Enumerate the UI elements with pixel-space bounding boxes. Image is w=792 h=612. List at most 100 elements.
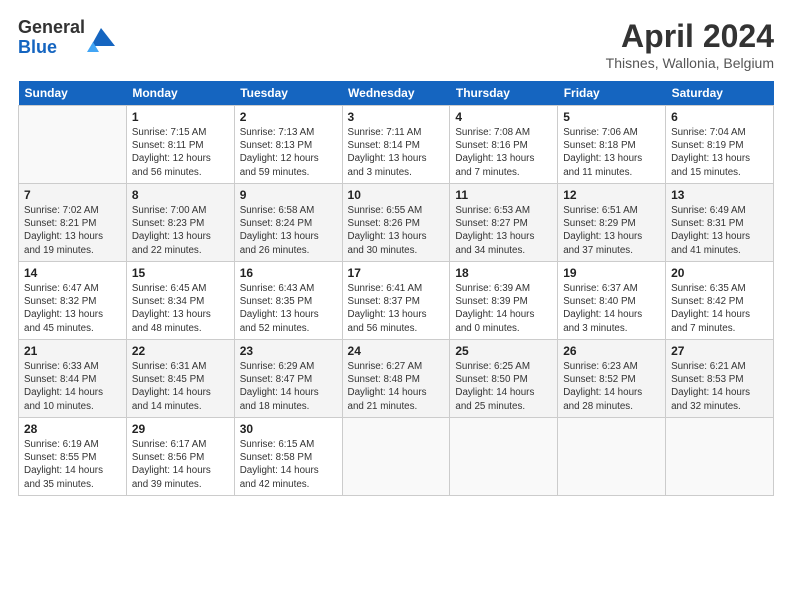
calendar-cell: 4Sunrise: 7:08 AM Sunset: 8:16 PM Daylig… xyxy=(450,106,558,184)
day-number: 20 xyxy=(671,266,768,280)
logo-text: General Blue xyxy=(18,18,85,58)
calendar-cell: 30 Sunrise: 6:15 AM Sunset: 8:58 PM Dayli… xyxy=(234,418,342,496)
day-number: 3 xyxy=(348,110,445,124)
day-info: Sunrise: 6:53 AM Sunset: 8:27 PM Dayligh… xyxy=(455,204,552,257)
day-number: 23 xyxy=(240,344,337,358)
day-number: 25 xyxy=(455,344,552,358)
logo-general: General xyxy=(18,18,85,38)
day-number: 10 xyxy=(348,188,445,202)
day-number: 27 xyxy=(671,344,768,358)
logo: General Blue xyxy=(18,18,115,58)
day-number: 5 xyxy=(563,110,660,124)
day-number: 13 xyxy=(671,188,768,202)
day-info: Sunrise: 6:25 AM Sunset: 8:50 PM Dayligh… xyxy=(455,360,552,413)
day-info: Sunrise: 6:19 AM Sunset: 8:55 PM Dayligh… xyxy=(24,438,121,491)
calendar-cell: 10 Sunrise: 6:55 AM Sunset: 8:26 PM Dayli… xyxy=(342,184,450,262)
calendar-cell: 5 Sunrise: 7:06 AM Sunset: 8:18 PM Daylig… xyxy=(558,106,666,184)
col-tuesday: Tuesday xyxy=(234,81,342,106)
calendar-cell: 6 Sunrise: 7:04 AM Sunset: 8:19 PM Daylig… xyxy=(666,106,774,184)
title-block: April 2024 Thisnes, Wallonia, Belgium xyxy=(606,18,774,71)
calendar-cell: 8Sunrise: 7:00 AM Sunset: 8:23 PM Daylig… xyxy=(126,184,234,262)
calendar-cell: 28Sunrise: 6:19 AM Sunset: 8:55 PM Dayli… xyxy=(19,418,127,496)
day-info: Sunrise: 6:21 AM Sunset: 8:53 PM Dayligh… xyxy=(671,360,768,413)
calendar-cell: 26Sunrise: 6:23 AM Sunset: 8:52 PM Dayli… xyxy=(558,340,666,418)
day-info: Sunrise: 7:06 AM Sunset: 8:18 PM Dayligh… xyxy=(563,126,660,179)
day-info: Sunrise: 6:31 AM Sunset: 8:45 PM Dayligh… xyxy=(132,360,229,413)
day-info: Sunrise: 6:45 AM Sunset: 8:34 PM Dayligh… xyxy=(132,282,229,335)
day-number: 17 xyxy=(348,266,445,280)
day-number: 9 xyxy=(240,188,337,202)
page: General Blue April 2024 Thisnes, Walloni… xyxy=(0,0,792,612)
calendar-cell: 15Sunrise: 6:45 AM Sunset: 8:34 PM Dayli… xyxy=(126,262,234,340)
day-info: Sunrise: 6:27 AM Sunset: 8:48 PM Dayligh… xyxy=(348,360,445,413)
calendar-week-5: 28Sunrise: 6:19 AM Sunset: 8:55 PM Dayli… xyxy=(19,418,774,496)
day-info: Sunrise: 6:49 AM Sunset: 8:31 PM Dayligh… xyxy=(671,204,768,257)
calendar-week-3: 14Sunrise: 6:47 AM Sunset: 8:32 PM Dayli… xyxy=(19,262,774,340)
day-number: 12 xyxy=(563,188,660,202)
day-info: Sunrise: 6:55 AM Sunset: 8:26 PM Dayligh… xyxy=(348,204,445,257)
calendar-cell xyxy=(558,418,666,496)
day-number: 6 xyxy=(671,110,768,124)
calendar-cell: 12 Sunrise: 6:51 AM Sunset: 8:29 PM Dayli… xyxy=(558,184,666,262)
calendar-cell: 25 Sunrise: 6:25 AM Sunset: 8:50 PM Dayli… xyxy=(450,340,558,418)
col-thursday: Thursday xyxy=(450,81,558,106)
day-info: Sunrise: 7:11 AM Sunset: 8:14 PM Dayligh… xyxy=(348,126,445,179)
calendar-cell: 29Sunrise: 6:17 AM Sunset: 8:56 PM Dayli… xyxy=(126,418,234,496)
calendar-cell: 19Sunrise: 6:37 AM Sunset: 8:40 PM Dayli… xyxy=(558,262,666,340)
day-number: 19 xyxy=(563,266,660,280)
calendar-cell xyxy=(342,418,450,496)
col-monday: Monday xyxy=(126,81,234,106)
calendar-table: Sunday Monday Tuesday Wednesday Thursday… xyxy=(18,81,774,496)
day-info: Sunrise: 6:43 AM Sunset: 8:35 PM Dayligh… xyxy=(240,282,337,335)
day-info: Sunrise: 7:02 AM Sunset: 8:21 PM Dayligh… xyxy=(24,204,121,257)
col-saturday: Saturday xyxy=(666,81,774,106)
calendar-cell: 16 Sunrise: 6:43 AM Sunset: 8:35 PM Dayli… xyxy=(234,262,342,340)
day-number: 22 xyxy=(132,344,229,358)
month-title: April 2024 xyxy=(606,18,774,55)
calendar-cell: 9 Sunrise: 6:58 AM Sunset: 8:24 PM Daylig… xyxy=(234,184,342,262)
calendar-cell xyxy=(19,106,127,184)
calendar-cell: 2Sunrise: 7:13 AM Sunset: 8:13 PM Daylig… xyxy=(234,106,342,184)
calendar-cell: 21Sunrise: 6:33 AM Sunset: 8:44 PM Dayli… xyxy=(19,340,127,418)
calendar-cell: 3 Sunrise: 7:11 AM Sunset: 8:14 PM Daylig… xyxy=(342,106,450,184)
calendar-week-4: 21Sunrise: 6:33 AM Sunset: 8:44 PM Dayli… xyxy=(19,340,774,418)
day-number: 16 xyxy=(240,266,337,280)
calendar-cell: 22 Sunrise: 6:31 AM Sunset: 8:45 PM Dayli… xyxy=(126,340,234,418)
logo-icon xyxy=(87,24,115,52)
day-info: Sunrise: 6:58 AM Sunset: 8:24 PM Dayligh… xyxy=(240,204,337,257)
day-info: Sunrise: 7:04 AM Sunset: 8:19 PM Dayligh… xyxy=(671,126,768,179)
calendar-cell: 11Sunrise: 6:53 AM Sunset: 8:27 PM Dayli… xyxy=(450,184,558,262)
header: General Blue April 2024 Thisnes, Walloni… xyxy=(18,18,774,71)
calendar-cell: 14Sunrise: 6:47 AM Sunset: 8:32 PM Dayli… xyxy=(19,262,127,340)
day-info: Sunrise: 6:15 AM Sunset: 8:58 PM Dayligh… xyxy=(240,438,337,491)
day-number: 18 xyxy=(455,266,552,280)
header-row: Sunday Monday Tuesday Wednesday Thursday… xyxy=(19,81,774,106)
day-info: Sunrise: 6:35 AM Sunset: 8:42 PM Dayligh… xyxy=(671,282,768,335)
calendar-cell xyxy=(666,418,774,496)
day-number: 30 xyxy=(240,422,337,436)
day-info: Sunrise: 7:13 AM Sunset: 8:13 PM Dayligh… xyxy=(240,126,337,179)
day-info: Sunrise: 6:17 AM Sunset: 8:56 PM Dayligh… xyxy=(132,438,229,491)
calendar-cell: 7Sunrise: 7:02 AM Sunset: 8:21 PM Daylig… xyxy=(19,184,127,262)
calendar-cell: 13 Sunrise: 6:49 AM Sunset: 8:31 PM Dayli… xyxy=(666,184,774,262)
calendar-cell: 18 Sunrise: 6:39 AM Sunset: 8:39 PM Dayli… xyxy=(450,262,558,340)
day-info: Sunrise: 6:29 AM Sunset: 8:47 PM Dayligh… xyxy=(240,360,337,413)
day-number: 8 xyxy=(132,188,229,202)
col-wednesday: Wednesday xyxy=(342,81,450,106)
day-number: 26 xyxy=(563,344,660,358)
calendar-cell xyxy=(450,418,558,496)
day-number: 1 xyxy=(132,110,229,124)
calendar-cell: 17Sunrise: 6:41 AM Sunset: 8:37 PM Dayli… xyxy=(342,262,450,340)
day-number: 24 xyxy=(348,344,445,358)
col-sunday: Sunday xyxy=(19,81,127,106)
day-number: 21 xyxy=(24,344,121,358)
logo-blue: Blue xyxy=(18,38,85,58)
calendar-week-1: 1Sunrise: 7:15 AM Sunset: 8:11 PM Daylig… xyxy=(19,106,774,184)
location-subtitle: Thisnes, Wallonia, Belgium xyxy=(606,55,774,71)
day-info: Sunrise: 6:39 AM Sunset: 8:39 PM Dayligh… xyxy=(455,282,552,335)
calendar-cell: 1Sunrise: 7:15 AM Sunset: 8:11 PM Daylig… xyxy=(126,106,234,184)
calendar-cell: 23 Sunrise: 6:29 AM Sunset: 8:47 PM Dayli… xyxy=(234,340,342,418)
day-info: Sunrise: 6:47 AM Sunset: 8:32 PM Dayligh… xyxy=(24,282,121,335)
day-info: Sunrise: 6:51 AM Sunset: 8:29 PM Dayligh… xyxy=(563,204,660,257)
calendar-week-2: 7Sunrise: 7:02 AM Sunset: 8:21 PM Daylig… xyxy=(19,184,774,262)
